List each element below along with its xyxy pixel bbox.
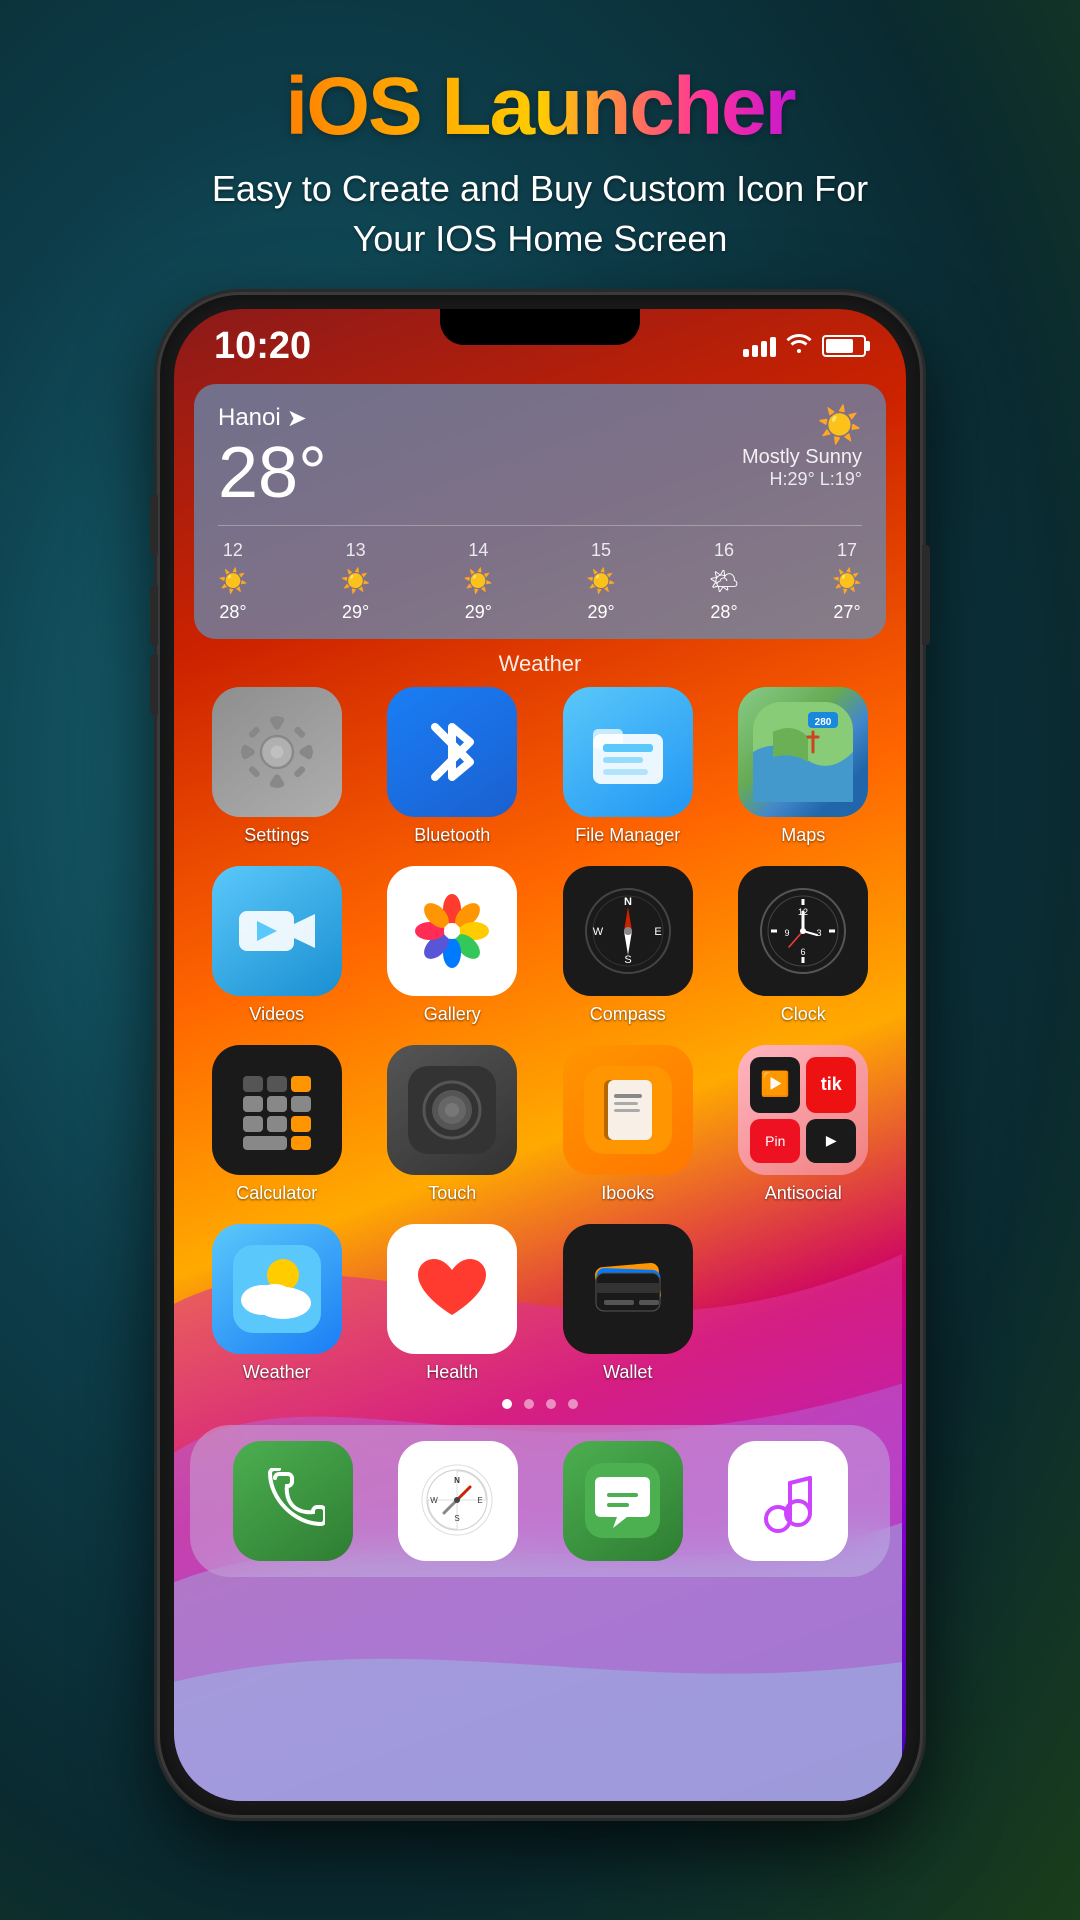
status-time: 10:20 xyxy=(214,325,311,368)
svg-text:E: E xyxy=(477,1496,482,1505)
weather-temp: 28° xyxy=(218,437,327,509)
dock-phone[interactable] xyxy=(233,1441,353,1561)
app-settings[interactable]: Settings xyxy=(194,687,360,846)
app-maps-label: Maps xyxy=(781,825,825,846)
svg-text:3: 3 xyxy=(817,928,822,938)
app-videos-label: Videos xyxy=(249,1004,304,1025)
app-title: iOS Launcher xyxy=(212,60,868,154)
weather-sun-icon: ☀️ xyxy=(742,404,862,446)
weather-condition: Mostly Sunny xyxy=(742,446,862,469)
svg-text:280: 280 xyxy=(815,717,832,728)
app-videos[interactable]: Videos xyxy=(194,866,360,1025)
app-bluetooth-label: Bluetooth xyxy=(414,825,490,846)
app-weather[interactable]: Weather xyxy=(194,1224,360,1383)
phone-frame: 10:20 xyxy=(160,295,920,1815)
svg-text:W: W xyxy=(593,926,604,938)
app-antisocial[interactable]: ▶️ tik Pin ▶ Antisocial xyxy=(721,1045,887,1204)
weather-city: Hanoi ➤ xyxy=(218,404,327,433)
page-dot-3[interactable] xyxy=(546,1399,556,1409)
app-settings-label: Settings xyxy=(244,825,309,846)
svg-text:S: S xyxy=(624,954,631,966)
page-dot-1[interactable] xyxy=(502,1399,512,1409)
dock: N S E W xyxy=(190,1425,890,1577)
signal-icon xyxy=(743,335,776,357)
svg-text:E: E xyxy=(654,926,661,938)
app-health-label: Health xyxy=(426,1362,478,1383)
svg-text:9: 9 xyxy=(785,928,790,938)
svg-text:S: S xyxy=(454,1514,459,1523)
weather-forecast: 12 ☀️ 28° 13 ☀️ 29° 14 ☀️ 29° 15 ☀️ xyxy=(218,525,862,623)
svg-text:W: W xyxy=(430,1496,438,1505)
page-dots xyxy=(174,1399,906,1409)
app-calculator-label: Calculator xyxy=(236,1183,317,1204)
app-grid: Settings Bluetooth xyxy=(174,687,906,1383)
battery-icon xyxy=(822,335,866,357)
forecast-day-1: 12 ☀️ 28° xyxy=(218,540,248,623)
forecast-day-4: 15 ☀️ 29° xyxy=(586,540,616,623)
app-wallet[interactable]: Wallet xyxy=(545,1224,711,1383)
app-compass[interactable]: N E S W Compass xyxy=(545,866,711,1025)
app-calculator[interactable]: Calculator xyxy=(194,1045,360,1204)
app-clock[interactable]: 12 3 6 9 Clock xyxy=(721,866,887,1025)
page-dot-2[interactable] xyxy=(524,1399,534,1409)
app-filemanager-label: File Manager xyxy=(575,825,680,846)
app-gallery-label: Gallery xyxy=(424,1004,481,1025)
wifi-icon xyxy=(786,333,812,359)
app-ibooks-label: Ibooks xyxy=(601,1183,654,1204)
app-gallery[interactable]: Gallery xyxy=(370,866,536,1025)
weather-widget[interactable]: Hanoi ➤ 28° ☀️ Mostly Sunny H:29° L:19° … xyxy=(194,384,886,639)
dock-messages[interactable] xyxy=(563,1441,683,1561)
forecast-day-3: 14 ☀️ 29° xyxy=(463,540,493,623)
status-icons xyxy=(743,333,866,359)
app-health[interactable]: Health xyxy=(370,1224,536,1383)
section-label: Weather xyxy=(174,651,906,677)
app-maps[interactable]: 280 Maps xyxy=(721,687,887,846)
app-wallet-label: Wallet xyxy=(603,1362,652,1383)
phone-screen: 10:20 xyxy=(174,309,906,1801)
app-compass-label: Compass xyxy=(590,1004,666,1025)
app-touch[interactable]: Touch xyxy=(370,1045,536,1204)
svg-text:6: 6 xyxy=(801,947,806,957)
svg-text:N: N xyxy=(624,896,632,908)
dock-safari[interactable]: N S E W xyxy=(398,1441,518,1561)
app-ibooks[interactable]: Ibooks xyxy=(545,1045,711,1204)
forecast-day-2: 13 ☀️ 29° xyxy=(341,540,371,623)
forecast-day-5: 16 🌤 28° xyxy=(709,540,739,623)
notch xyxy=(440,309,640,345)
weather-hi-lo: H:29° L:19° xyxy=(742,469,862,490)
svg-text:N: N xyxy=(454,1476,460,1485)
app-weather-label: Weather xyxy=(243,1362,311,1383)
header: iOS Launcher Easy to Create and Buy Cust… xyxy=(172,0,908,295)
page-dot-4[interactable] xyxy=(568,1399,578,1409)
app-antisocial-label: Antisocial xyxy=(765,1183,842,1204)
app-bluetooth[interactable]: Bluetooth xyxy=(370,687,536,846)
app-touch-label: Touch xyxy=(428,1183,476,1204)
app-clock-label: Clock xyxy=(781,1004,826,1025)
dock-music[interactable] xyxy=(728,1441,848,1561)
forecast-day-6: 17 ☀️ 27° xyxy=(832,540,862,623)
app-filemanager[interactable]: File Manager xyxy=(545,687,711,846)
app-subtitle: Easy to Create and Buy Custom Icon ForYo… xyxy=(212,164,868,265)
